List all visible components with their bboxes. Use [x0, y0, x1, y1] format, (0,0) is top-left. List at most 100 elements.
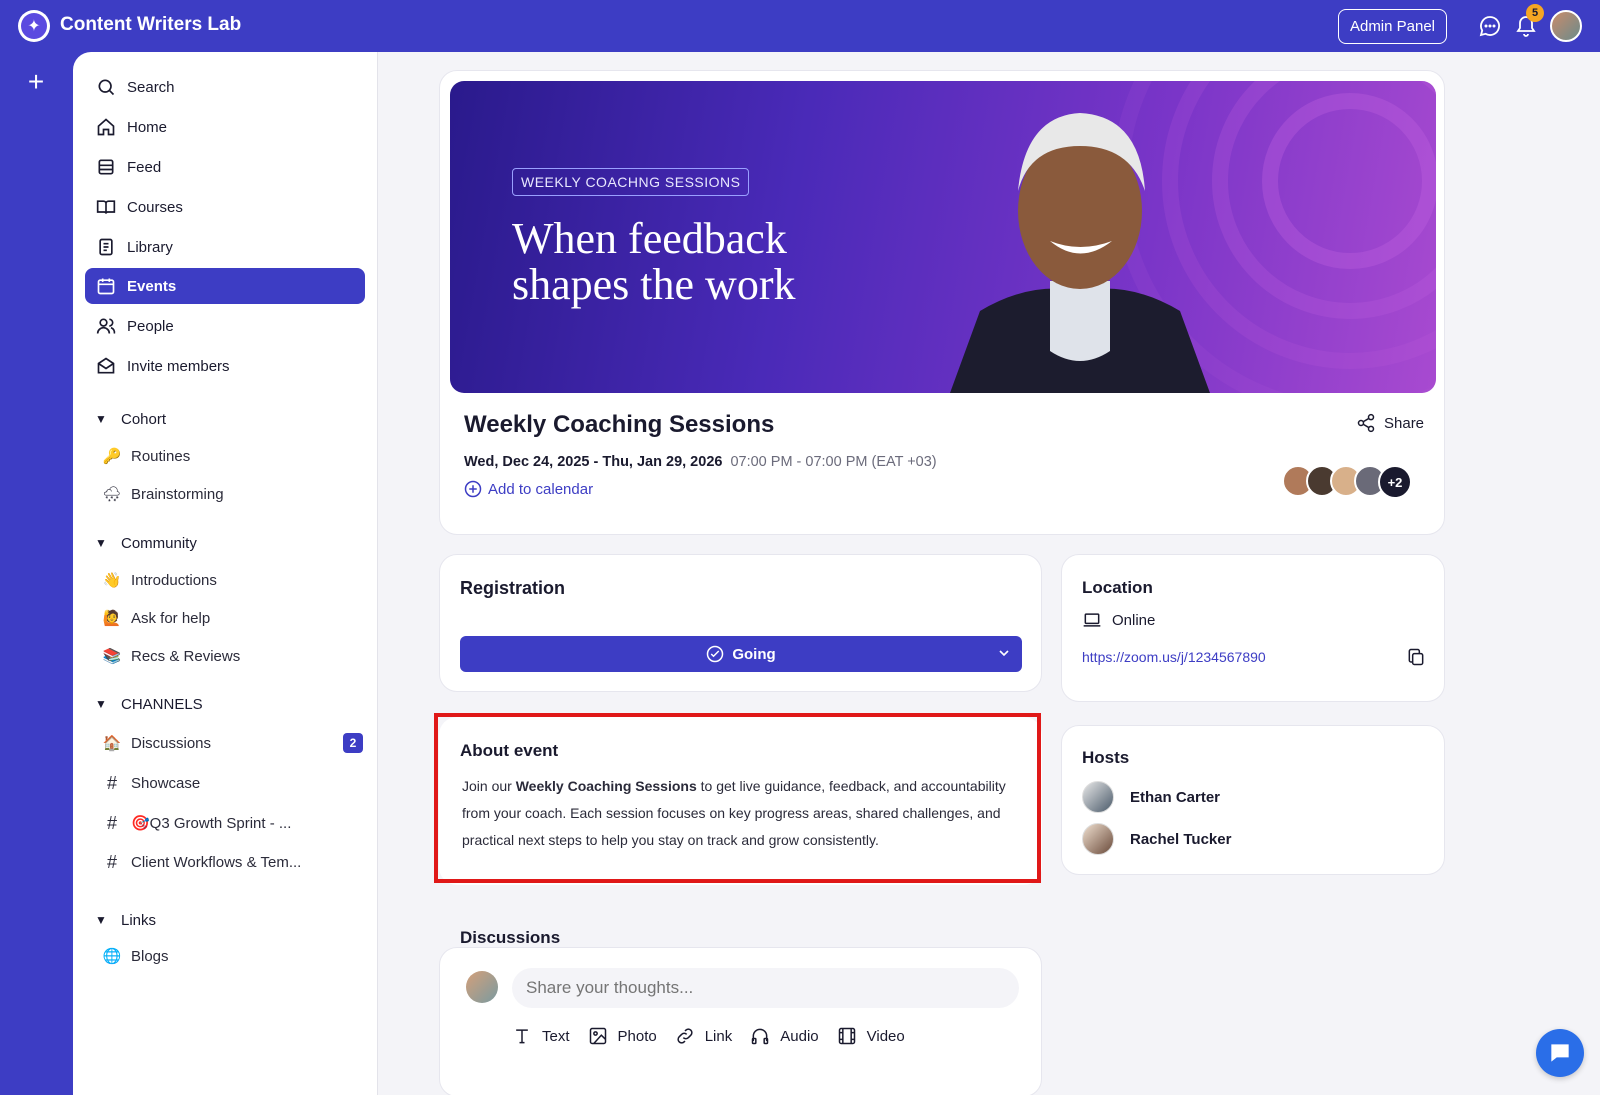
app-title[interactable]: Content Writers Lab [60, 14, 241, 36]
chevron-down-icon: ▼ [95, 913, 107, 927]
sidebar-item-library[interactable]: Library [85, 229, 365, 265]
photo-post-button[interactable]: Photo [588, 1026, 657, 1046]
notification-count-badge: 5 [1526, 4, 1544, 22]
cloud-snow-icon: 🌨 [102, 486, 122, 503]
item-label: Client Workflows & Tem... [131, 853, 302, 871]
video-post-button[interactable]: Video [837, 1026, 905, 1046]
nav-label: Feed [127, 158, 162, 176]
attendee-avatars[interactable]: +2 [1282, 465, 1412, 499]
item-label: Routines [131, 447, 191, 465]
sidebar-item-ask-for-help[interactable]: 🙋 Ask for help [101, 603, 363, 633]
text-post-button[interactable]: Text [512, 1026, 570, 1046]
sidebar-item-blogs[interactable]: 🌐 Blogs [101, 941, 363, 971]
event-time: 07:00 PM - 07:00 PM (EAT +03) [730, 454, 937, 470]
support-chat-button[interactable] [1536, 1029, 1584, 1077]
sidebar-item-events[interactable]: Events [85, 268, 365, 304]
rsvp-going-dropdown[interactable]: Going [460, 636, 1022, 672]
chat-icon[interactable] [1478, 14, 1502, 38]
discussion-input[interactable] [512, 968, 1019, 1008]
film-icon [838, 1027, 855, 1045]
nav-label: Invite members [127, 357, 230, 375]
event-header-card: WEEKLY COACHNG SESSIONS When feedback sh… [439, 70, 1445, 535]
speaker-photo [950, 113, 1210, 393]
hosts-card: Hosts Ethan Carter Rachel Tucker [1061, 725, 1445, 875]
sidebar-item-courses[interactable]: Courses [85, 189, 365, 225]
section-channels[interactable]: ▼ CHANNELS [95, 691, 203, 717]
hash-icon: # [106, 812, 117, 833]
event-banner: WEEKLY COACHNG SESSIONS When feedback sh… [450, 81, 1436, 393]
attendees-more-badge: +2 [1378, 465, 1412, 499]
photo-icon [589, 1027, 606, 1045]
text-icon [516, 1029, 528, 1044]
nav-label: Library [127, 238, 173, 256]
section-label: Community [121, 534, 197, 552]
discussions-title: Discussions [460, 928, 561, 947]
hash-icon: # [106, 772, 117, 793]
chevron-down-icon: ▼ [95, 536, 107, 550]
raise-hand-icon: 🙋 [102, 610, 122, 627]
sidebar-item-people[interactable]: People [85, 308, 365, 344]
add-to-calendar-link[interactable]: Add to calendar [464, 480, 593, 498]
copy-icon[interactable] [1406, 647, 1426, 667]
headphones-icon [752, 1028, 769, 1045]
post-type-toolbar: Text Photo Link Audio Video [512, 1026, 905, 1046]
key-icon: 🔑 [102, 448, 122, 465]
section-community[interactable]: ▼ Community [95, 530, 197, 556]
sidebar-item-routines[interactable]: 🔑 Routines [101, 441, 363, 471]
nav-label: Home [127, 118, 168, 136]
about-event-highlight-frame [434, 713, 1041, 883]
share-icon [1357, 413, 1375, 433]
host-name: Rachel Tucker [1130, 830, 1232, 848]
section-cohort[interactable]: ▼ Cohort [95, 406, 166, 432]
main-content: WEEKLY COACHNG SESSIONS When feedback sh… [378, 52, 1600, 1095]
sparkle-icon: ✦ [21, 13, 47, 39]
avatar [466, 971, 498, 1003]
location-type: Online [1082, 610, 1155, 630]
host-row[interactable]: Rachel Tucker [1082, 823, 1231, 855]
section-links[interactable]: ▼ Links [95, 907, 156, 933]
sidebar-item-introductions[interactable]: 👋 Introductions [101, 565, 363, 595]
section-label: Links [121, 911, 157, 929]
item-label: 🎯Q3 Growth Sprint - ... [131, 815, 292, 832]
hosts-title: Hosts [1082, 748, 1130, 767]
tool-label: Audio [780, 1027, 819, 1045]
sidebar-item-q3-growth-sprint[interactable]: # 🎯Q3 Growth Sprint - ... [101, 808, 363, 838]
chat-bubble-icon [1551, 1044, 1569, 1062]
share-label: Share [1384, 414, 1425, 432]
banner-tag: WEEKLY COACHNG SESSIONS [512, 168, 750, 196]
sidebar-item-search[interactable]: Search [85, 69, 365, 105]
add-icon[interactable]: + [24, 68, 48, 96]
link-post-button[interactable]: Link [675, 1026, 733, 1046]
tool-label: Link [704, 1027, 733, 1045]
sidebar-item-recs-reviews[interactable]: 📚 Recs & Reviews [101, 641, 363, 671]
sidebar-item-feed[interactable]: Feed [85, 149, 365, 185]
location-card: Location Online https://zoom.us/j/123456… [1061, 554, 1445, 702]
app-logo[interactable]: ✦ [18, 10, 50, 42]
user-avatar[interactable] [1550, 10, 1582, 42]
mail-icon [95, 355, 117, 377]
sidebar-item-home[interactable]: Home [85, 109, 365, 145]
admin-panel-button[interactable]: Admin Panel [1338, 9, 1447, 44]
sidebar-item-invite-members[interactable]: Invite members [85, 348, 365, 384]
sidebar-item-discussions[interactable]: 🏠 Discussions 2 [101, 728, 363, 758]
sidebar-item-brainstorming[interactable]: 🌨 Brainstorming [101, 479, 363, 509]
meeting-link[interactable]: https://zoom.us/j/1234567890 [1082, 649, 1266, 665]
item-label: Brainstorming [131, 485, 224, 503]
item-label: Discussions [131, 734, 212, 752]
tool-label: Text [542, 1027, 570, 1045]
sidebar-item-client-workflows[interactable]: # Client Workflows & Tem... [101, 847, 363, 877]
nav-label: Search [127, 78, 175, 96]
registration-card: Registration Going [439, 554, 1042, 692]
avatar [1082, 781, 1114, 813]
audio-post-button[interactable]: Audio [750, 1026, 819, 1046]
nav-label: Courses [127, 198, 183, 216]
add-to-calendar-label: Add to calendar [488, 480, 594, 498]
item-label: Introductions [131, 571, 217, 589]
event-date-range: Wed, Dec 24, 2025 - Thu, Jan 29, 2026 [464, 454, 723, 470]
chevron-down-icon: ▼ [95, 412, 107, 426]
sidebar-item-showcase[interactable]: # Showcase [101, 768, 363, 798]
share-button[interactable]: Share [1356, 413, 1424, 433]
host-row[interactable]: Ethan Carter [1082, 781, 1220, 813]
tool-label: Video [866, 1027, 905, 1045]
host-name: Ethan Carter [1130, 788, 1221, 806]
